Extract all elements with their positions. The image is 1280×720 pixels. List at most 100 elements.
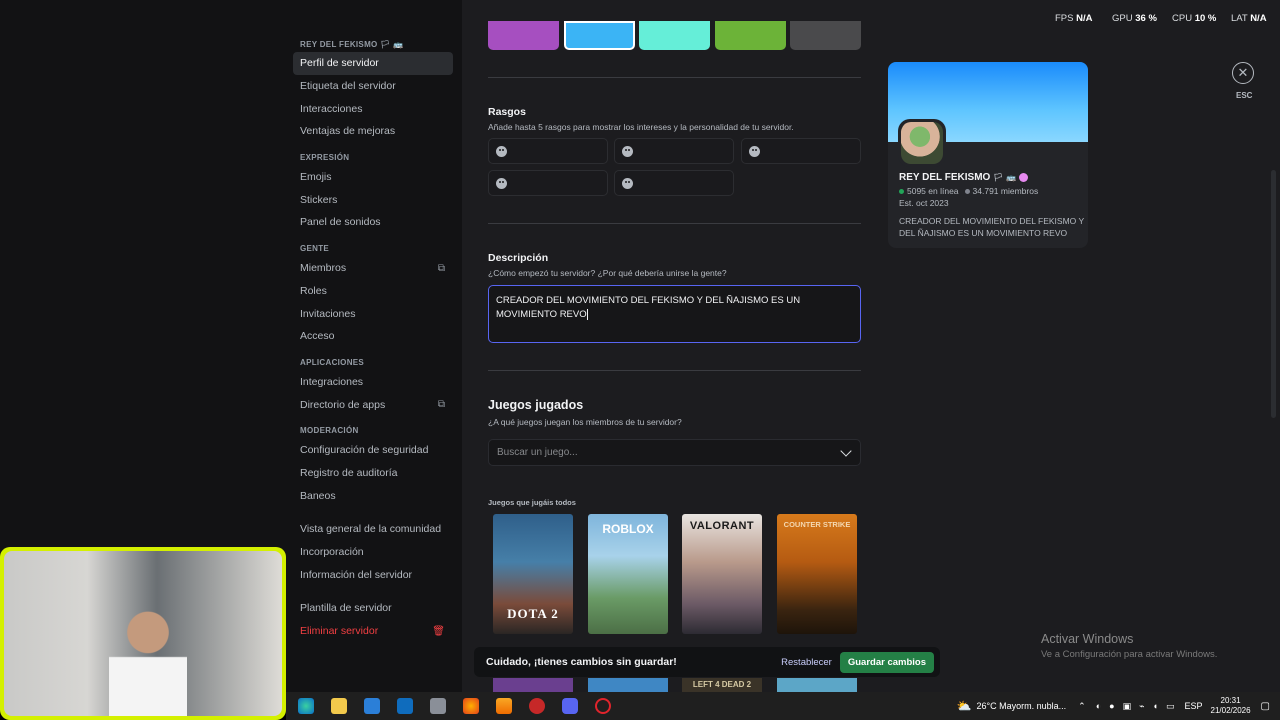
sidebar-item-roles[interactable]: Roles	[293, 280, 453, 303]
color-swatch-gray[interactable]	[790, 21, 861, 50]
tray-chevron-icon[interactable]: ⌃	[1078, 701, 1086, 712]
sidebar-item-delete-server[interactable]: Eliminar servidor 🗑	[293, 620, 453, 643]
outlook-icon[interactable]	[397, 698, 413, 714]
sidebar-item-bans[interactable]: Baneos	[293, 484, 453, 507]
flag-icon: 🏳	[993, 173, 1004, 182]
trait-slot[interactable]	[741, 138, 861, 164]
sidebar-item-members-label: Miembros	[300, 262, 347, 275]
tray-app-icon[interactable]: ◐	[1096, 701, 1101, 711]
close-settings-button[interactable]: ✕	[1232, 62, 1254, 84]
game-card-partial[interactable]	[588, 678, 668, 692]
sidebar-header-apps: APLICACIONES	[300, 358, 365, 368]
display-icon[interactable]: ▣	[1123, 701, 1132, 712]
activate-windows-title: Activar Windows	[1041, 632, 1134, 646]
sidebar-item-stickers[interactable]: Stickers	[293, 188, 453, 211]
settings-content-background	[462, 0, 1280, 692]
description-textarea[interactable]: CREADOR DEL MOVIMIENTO DEL FEKISMO Y DEL…	[488, 285, 861, 343]
server-avatar-frame	[898, 119, 946, 167]
game-card-dota2[interactable]: DOTA 2	[493, 514, 573, 634]
taskbar-clock[interactable]: 20:31 21/02/2026	[1211, 696, 1251, 716]
sidebar-item-soundboard[interactable]: Panel de sonidos	[293, 211, 453, 234]
sidebar-header-moderation: MODERACIÓN	[300, 426, 359, 436]
preview-server-name-text: REY DEL FEKISMO	[899, 172, 991, 183]
sidebar-item-community-overview[interactable]: Vista general de la comunidad	[293, 518, 453, 541]
battery-icon[interactable]: ▭	[1166, 701, 1175, 712]
edge-icon[interactable]	[298, 698, 314, 714]
color-swatch-green[interactable]	[715, 21, 786, 50]
trait-slot[interactable]	[488, 170, 608, 196]
sidebar-item-onboarding[interactable]: Incorporación	[293, 541, 453, 564]
gpu-readout: GPU 36 %	[1112, 13, 1157, 24]
bus-icon: 🚌	[1006, 173, 1017, 182]
windows-taskbar: ⛅ 26°C Mayorm. nubla... ⌃ ◐ ● ▣ ⌁ ◖ ▭ ES…	[286, 692, 1280, 720]
trait-slot[interactable]	[614, 170, 734, 196]
game-card-valorant[interactable]: VALORANT	[682, 514, 762, 634]
sidebar-item-invites[interactable]: Invitaciones	[293, 302, 453, 325]
discord-icon[interactable]	[562, 698, 578, 714]
fps-value: N/A	[1076, 13, 1093, 24]
sidebar-item-server-template[interactable]: Plantilla de servidor	[293, 597, 453, 620]
file-explorer-icon[interactable]	[331, 698, 347, 714]
color-swatch-teal[interactable]	[639, 21, 710, 50]
sidebar-item-audit-log[interactable]: Registro de auditoría	[293, 462, 453, 485]
game-card-partial[interactable]	[493, 678, 573, 692]
emoji-icon	[496, 145, 507, 157]
sidebar-item-app-directory-label: Directorio de apps	[300, 398, 386, 411]
game-card-counter-strike[interactable]: COUNTER STRIKE	[777, 514, 857, 634]
opera-icon[interactable]	[595, 698, 611, 714]
games-subtitle: ¿A qué juegos juegan los miembros de tu …	[488, 417, 682, 427]
sidebar-header-server: REY DEL FEKISMO 🏳 🚌	[300, 39, 404, 49]
sidebar-item-boost-perks[interactable]: Ventajas de mejoras	[293, 120, 453, 143]
sidebar-item-emojis[interactable]: Emojis	[293, 166, 453, 189]
game-card-partial[interactable]	[777, 678, 857, 692]
reset-button[interactable]: Restablecer	[781, 657, 832, 668]
cpu-readout: CPU 10 %	[1172, 13, 1216, 24]
close-icon: ✕	[1237, 65, 1249, 80]
notifications-icon[interactable]: ▢	[1261, 701, 1270, 712]
color-swatch-blue-selected[interactable]	[564, 21, 635, 50]
boost-badge-icon	[1018, 172, 1028, 182]
sidebar-item-members[interactable]: Miembros ⧉	[293, 257, 453, 280]
game-card-left4dead2[interactable]: LEFT 4 DEAD 2	[682, 678, 762, 692]
game-search-placeholder: Buscar un juego...	[497, 447, 578, 458]
trash-icon: 🗑	[432, 625, 445, 637]
store-icon[interactable]	[364, 698, 380, 714]
app-icon[interactable]	[529, 698, 545, 714]
language-indicator[interactable]: ESP	[1184, 701, 1202, 711]
volume-icon[interactable]: ◖	[1153, 701, 1158, 711]
preview-member-count: 34.791 miembros	[972, 186, 1039, 196]
firefox-icon[interactable]	[463, 698, 479, 714]
sidebar-item-interactions[interactable]: Interacciones	[293, 97, 453, 120]
delete-server-label: Eliminar servidor	[300, 625, 379, 638]
trait-slot[interactable]	[488, 138, 608, 164]
content-scrollbar[interactable]	[1271, 170, 1276, 418]
games-title: Juegos jugados	[488, 398, 584, 412]
sidebar-item-server-profile[interactable]: Perfil de servidor	[293, 52, 453, 75]
trait-slot[interactable]	[614, 138, 734, 164]
weather-text[interactable]: 26°C Mayorm. nubla...	[977, 701, 1067, 711]
sidebar-item-integrations[interactable]: Integraciones	[293, 371, 453, 394]
online-dot-icon	[899, 188, 904, 194]
color-swatch-purple[interactable]	[488, 21, 559, 50]
game-logo: COUNTER STRIKE	[783, 520, 851, 529]
fps-readout: FPS N/A	[1055, 13, 1093, 24]
microphone-icon[interactable]: ●	[1109, 701, 1114, 711]
save-changes-button[interactable]: Guardar cambios	[839, 651, 934, 673]
preview-server-name: REY DEL FEKISMO 🏳 🚌	[899, 172, 1028, 183]
emoji-icon	[622, 145, 633, 157]
sidebar-item-server-tag[interactable]: Etiqueta del servidor	[293, 75, 453, 98]
preview-established: Est. oct 2023	[899, 198, 949, 208]
vlc-icon[interactable]	[496, 698, 512, 714]
sidebar-item-server-info[interactable]: Información del servidor	[293, 563, 453, 586]
sidebar-item-app-directory[interactable]: Directorio de apps ⧉	[293, 393, 453, 416]
activate-windows-subtitle: Ve a Configuración para activar Windows.	[1041, 649, 1218, 660]
external-link-icon: ⧉	[437, 262, 445, 274]
sidebar-item-safety-setup[interactable]: Configuración de seguridad	[293, 439, 453, 462]
traits-title: Rasgos	[488, 106, 526, 118]
app-icon[interactable]	[430, 698, 446, 714]
game-card-roblox[interactable]: ROBLOX	[588, 514, 668, 634]
game-search-dropdown[interactable]: Buscar un juego...	[488, 439, 861, 466]
network-icon[interactable]: ⌁	[1139, 701, 1144, 712]
webcam-person	[109, 606, 187, 716]
sidebar-item-access[interactable]: Acceso	[293, 325, 453, 348]
